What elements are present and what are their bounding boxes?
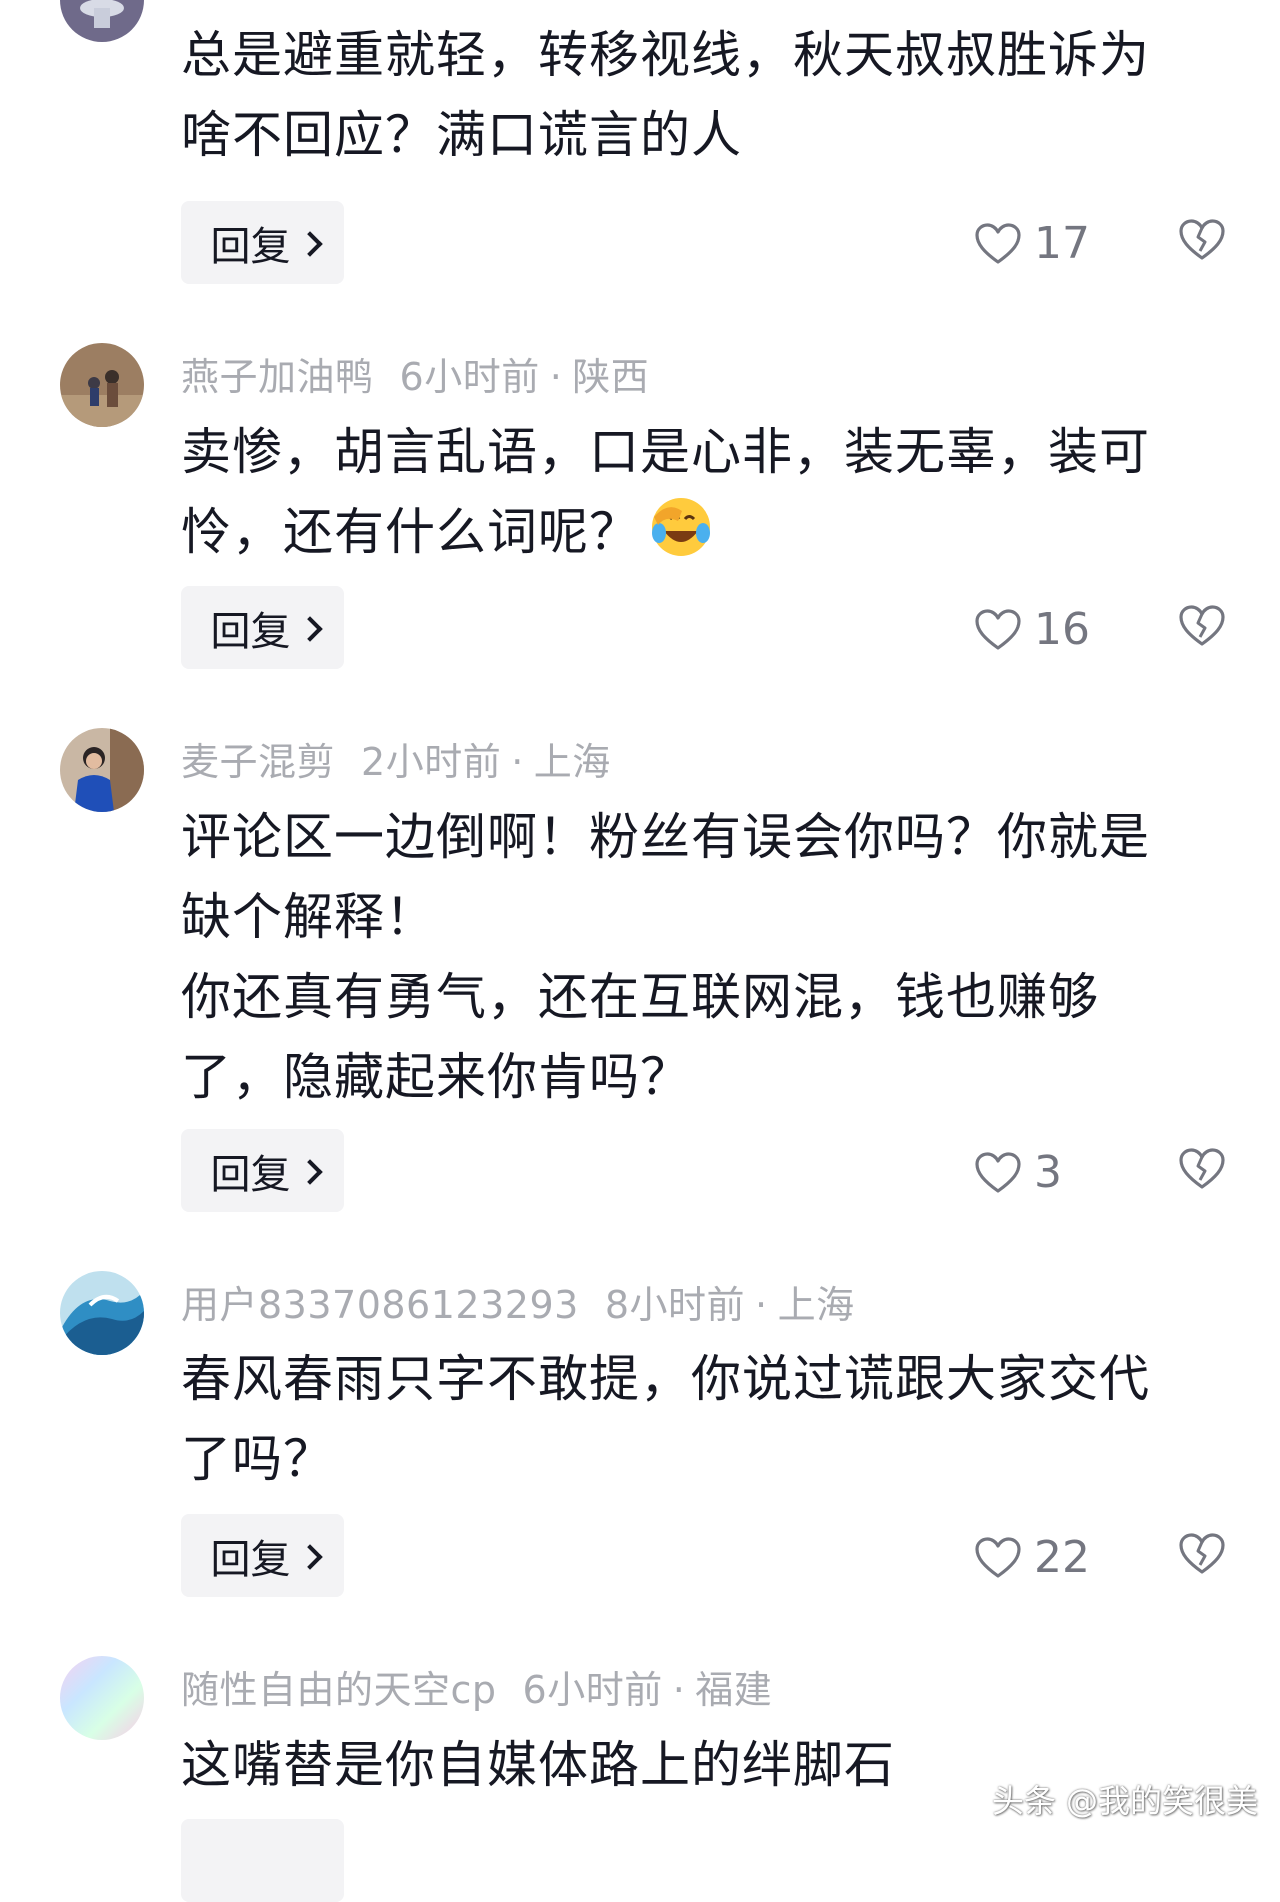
dislike-button[interactable]	[1178, 1147, 1226, 1191]
like-count: 22	[1034, 1532, 1090, 1583]
reply-label: 回复	[210, 1151, 291, 1198]
reply-button[interactable]: 回复	[181, 1514, 344, 1597]
avatar[interactable]	[60, 343, 144, 427]
like-button[interactable]: 3	[974, 1147, 1062, 1198]
username[interactable]: 用户8337086123293	[181, 1283, 579, 1327]
comment-meta: 麦子混剪 2小时前 · 上海	[181, 740, 611, 784]
broken-heart-icon	[1179, 219, 1225, 260]
chevron-right-icon	[296, 615, 323, 642]
reply-button[interactable]: 回复	[181, 1129, 344, 1212]
comment-text: 总是避重就轻，转移视线，秋天叔叔胜诉为 啥不回应？满口谎言的人	[181, 26, 1150, 164]
dislike-button[interactable]	[1178, 604, 1226, 648]
reply-label: 回复	[210, 608, 291, 655]
chevron-right-icon	[296, 1543, 323, 1570]
username[interactable]: 随性自由的天空cp	[181, 1668, 497, 1712]
like-button[interactable]: 16	[974, 604, 1090, 655]
comment-meta: 用户8337086123293 8小时前 · 上海	[181, 1283, 855, 1327]
like-button[interactable]: 17	[974, 218, 1090, 269]
dislike-button[interactable]	[1178, 1532, 1226, 1576]
username[interactable]: 麦子混剪	[181, 740, 335, 784]
watermark: 头条 @我的笑很美	[991, 1782, 1258, 1820]
laughing-face-emoji	[648, 493, 714, 559]
heart-outline-icon	[975, 1151, 1021, 1193]
like-count: 17	[1034, 218, 1090, 269]
broken-heart-icon	[1179, 1148, 1225, 1189]
reply-label: 回复	[210, 1536, 291, 1583]
location: 上海	[533, 740, 611, 784]
like-button[interactable]: 22	[974, 1532, 1090, 1583]
chevron-right-icon	[296, 230, 323, 257]
reply-button[interactable]: 回复	[181, 586, 344, 669]
comment-text: 春风春雨只字不敢提，你说过谎跟大家交代 了吗？	[181, 1350, 1150, 1488]
dislike-button[interactable]	[1178, 218, 1226, 262]
location: 福建	[695, 1668, 773, 1712]
broken-heart-icon	[1179, 605, 1225, 646]
location: 陕西	[572, 355, 650, 399]
chevron-right-icon	[296, 1158, 323, 1185]
heart-outline-icon	[975, 222, 1021, 264]
timestamp: 6小时前	[399, 355, 540, 399]
comment-meta: 随性自由的天空cp 6小时前 · 福建	[181, 1668, 773, 1712]
username[interactable]: 燕子加油鸭	[181, 355, 374, 399]
comment-meta: 燕子加油鸭 6小时前 · 陕西	[181, 355, 650, 399]
avatar[interactable]	[60, 728, 144, 812]
broken-heart-icon	[1179, 1533, 1225, 1574]
comment-text: 卖惨，胡言乱语，口是心非，装无辜，装可 怜，还有什么词呢？	[181, 423, 1150, 561]
comment-text: 评论区一边倒啊！粉丝有误会你吗？你就是 缺个解释！ 你还真有勇气，还在互联网混，…	[181, 808, 1150, 1106]
avatar[interactable]	[60, 0, 144, 42]
timestamp: 2小时前	[361, 740, 502, 784]
location: 上海	[777, 1283, 855, 1327]
heart-outline-icon	[975, 1536, 1021, 1578]
like-count: 16	[1034, 604, 1090, 655]
reply-label: 回复	[210, 223, 291, 270]
reply-button[interactable]	[181, 1819, 344, 1902]
like-count: 3	[1034, 1147, 1062, 1198]
reply-button[interactable]: 回复	[181, 201, 344, 284]
heart-outline-icon	[975, 608, 1021, 650]
timestamp: 8小时前	[604, 1283, 745, 1327]
timestamp: 6小时前	[522, 1668, 663, 1712]
avatar[interactable]	[60, 1271, 144, 1355]
avatar[interactable]	[60, 1656, 144, 1740]
